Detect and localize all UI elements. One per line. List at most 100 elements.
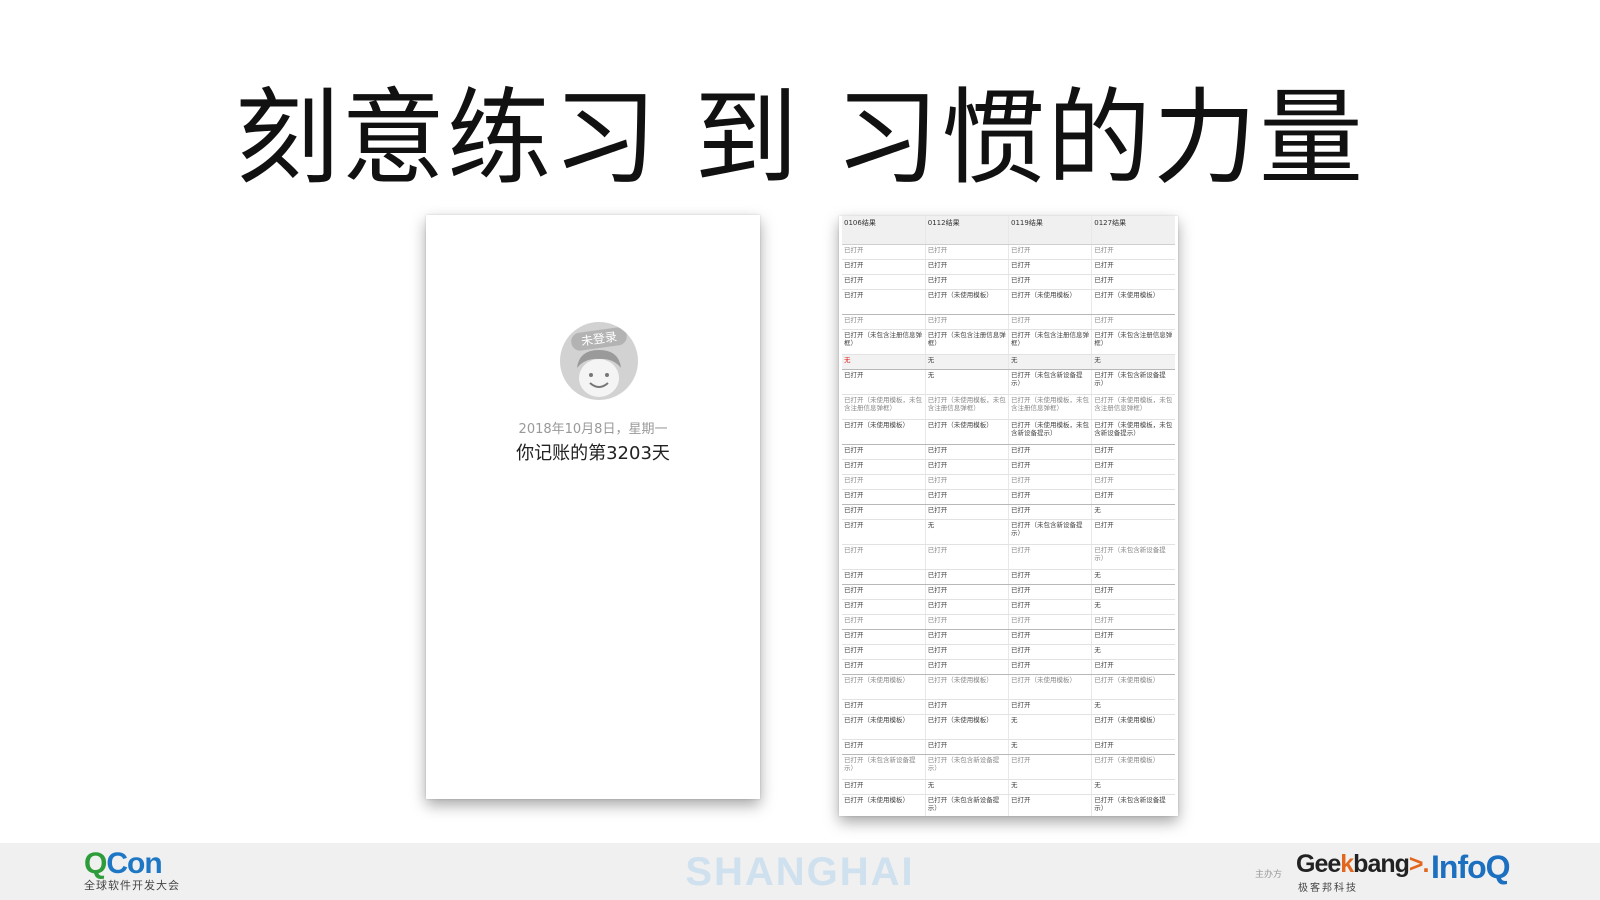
table-cell: 已打开 — [842, 489, 926, 505]
table-row: 已打开 已打开 已打开无 — [842, 699, 1175, 715]
table-cell: 已打开 — [925, 504, 1010, 520]
table-cell: 已打开 — [1091, 444, 1175, 460]
table-cell: 已打开 — [842, 444, 926, 460]
table-row: 已打开 已打开 已打开 已打开 — [842, 459, 1175, 475]
table-cell: 已打开 — [842, 259, 926, 275]
table-cell: 已打开 — [1008, 544, 1093, 570]
table-cell: 已打开 — [842, 659, 926, 675]
table-cell: 已打开（未使用模板） — [925, 674, 1010, 700]
table-cell: 已打开 — [1091, 629, 1175, 645]
table-row: 已打开 已打开 已打开无 — [842, 504, 1175, 520]
table-header-row: 0106结果 0112结果 0119结果 0127结果 — [842, 216, 1175, 245]
table-cell: 已打开 — [1091, 584, 1175, 600]
table-cell: 已打开 — [1091, 274, 1175, 290]
table-cell: 已打开（未使用模板） — [925, 419, 1010, 445]
table-row: 已打开 已打开 已打开 已打开 — [842, 274, 1175, 290]
geekbang-subtitle: 极客邦科技 — [1298, 883, 1358, 894]
table-cell: 已打开（未包含新设备提示） — [925, 794, 1010, 816]
table-cell: 已打开（未使用模板，未包含注册信息弹框） — [925, 394, 1010, 420]
geekbang-part-b: bang — [1353, 850, 1410, 878]
face-icon — [577, 350, 621, 397]
table-cell: 已打开 — [842, 504, 926, 520]
column-header: 0127结果 — [1091, 216, 1175, 245]
table-cell: 已打开（未使用模板） — [1008, 289, 1093, 315]
table-cell: 已打开（未使用模板） — [925, 289, 1010, 315]
geekbang-k: k — [1340, 850, 1354, 878]
table-cell: 已打开 — [842, 274, 926, 290]
table-cell: 已打开（未包含注册信息弹框） — [1008, 329, 1093, 355]
table-cell: 无 — [1008, 779, 1093, 795]
table-cell: 已打开 — [1008, 584, 1093, 600]
table-cell: 已打开（未使用模板，未包含注册信息弹框） — [1008, 394, 1093, 420]
table-row: 已打开（未使用模板） 已打开（未使用模板）无已打开（未使用模板） — [842, 714, 1175, 740]
table-cell: 已打开 — [1008, 644, 1093, 660]
table-row: 已打开 已打开 已打开无 — [842, 644, 1175, 660]
table-row: 已打开无已打开（未包含新设备提示） 已打开 — [842, 519, 1175, 545]
table-cell: 已打开 — [842, 599, 926, 615]
table-row: 已打开（未包含新设备提示） 已打开（未包含新设备提示） 已打开 已打开（未使用模板） — [842, 754, 1175, 780]
table-cell: 已打开 — [925, 274, 1010, 290]
table-row: 已打开 已打开 已打开无 — [842, 599, 1175, 615]
geekbang-arrow: >. — [1408, 850, 1430, 878]
table-row: 无无无无 — [842, 354, 1175, 370]
table-cell: 已打开 — [1091, 489, 1175, 505]
table-body: 已打开 已打开 已打开 已打开 已打开 已打开 已打开 已打开 已打开 已打开 已打开 已打开 已打开已… — [842, 244, 1175, 816]
table-cell: 已打开 — [925, 474, 1010, 490]
table-cell: 已打开 — [925, 659, 1010, 675]
table-cell: 无 — [1091, 699, 1175, 715]
table-cell: 已打开 — [925, 614, 1010, 630]
table-cell: 已打开（未包含新设备提示） — [1008, 519, 1093, 545]
table-cell: 已打开 — [1008, 459, 1093, 475]
table-cell: 已打开（未使用模板） — [842, 674, 926, 700]
table-cell: 已打开（未包含新设备提示） — [1091, 794, 1175, 816]
table-row: 已打开（未使用模板） 已打开（未使用模板） 已打开（未使用模板，未包含新设备提示）已… — [842, 419, 1175, 445]
table-row: 已打开 已打开 已打开 已打开 — [842, 629, 1175, 645]
table-cell: 已打开（未使用模板） — [1091, 289, 1175, 315]
table-cell: 已打开 — [925, 544, 1010, 570]
table-cell: 无 — [925, 369, 1010, 395]
table-row: 已打开 已打开 已打开 已打开 — [842, 314, 1175, 330]
table-cell: 已打开 — [925, 489, 1010, 505]
table-cell: 已打开（未使用模板） — [1091, 754, 1175, 780]
table-row: 已打开 已打开 已打开 已打开 — [842, 444, 1175, 460]
table-cell: 已打开（未包含新设备提示） — [1091, 544, 1175, 570]
table-cell: 已打开 — [1008, 274, 1093, 290]
column-header: 0119结果 — [1008, 216, 1093, 245]
table-cell: 已打开 — [925, 314, 1010, 330]
table-cell: 已打开 — [842, 779, 926, 795]
table-row: 已打开 已打开 已打开 已打开 — [842, 244, 1175, 260]
table-row: 已打开（未使用模板） 已打开（未使用模板） 已打开（未使用模板） 已打开（未使用模板） — [842, 674, 1175, 700]
table-row: 已打开 已打开 已打开 已打开 — [842, 259, 1175, 275]
table-cell: 已打开（未使用模板） — [842, 794, 926, 816]
geekbang-part-a: Gee — [1296, 850, 1341, 878]
table-cell: 无 — [1091, 354, 1175, 370]
table-cell: 已打开 — [1008, 489, 1093, 505]
avatar: 未登录 — [560, 322, 638, 400]
table-cell: 已打开（未使用模板，未包含新设备提示） — [1091, 419, 1175, 445]
table-cell: 已打开 — [1008, 659, 1093, 675]
table-cell: 已打开（未包含新设备提示） — [925, 754, 1010, 780]
table-cell: 已打开（未使用模板） — [925, 714, 1010, 740]
table-cell: 已打开（未包含新设备提示） — [1008, 369, 1093, 395]
table-row: 已打开 已打开 已打开 已打开（未包含新设备提示） — [842, 544, 1175, 570]
table-cell: 已打开 — [925, 459, 1010, 475]
table-cell: 已打开 — [925, 244, 1010, 260]
table-row: 已打开无已打开（未包含新设备提示） 已打开（未包含新设备提示） — [842, 369, 1175, 395]
table-cell: 已打开 — [1008, 244, 1093, 260]
table-cell: 无 — [1091, 504, 1175, 520]
table-row: 已打开（未使用模板） 已打开（未包含新设备提示） 已打开 已打开（未包含新设备提示） — [842, 794, 1175, 816]
table-cell: 无 — [925, 354, 1010, 370]
table-cell: 已打开 — [925, 584, 1010, 600]
table-cell: 已打开 — [842, 699, 926, 715]
table-cell: 已打开 — [842, 459, 926, 475]
phone-screenshot: 未登录 2018年10月8日，星期一 你记账的第3203天 — [426, 215, 760, 799]
table-cell: 已打开 — [842, 569, 926, 585]
table-row: 已打开 已打开 已打开 已打开 — [842, 474, 1175, 490]
table-cell: 已打开 — [925, 629, 1010, 645]
table-cell: 已打开 — [1008, 569, 1093, 585]
table-cell: 无 — [842, 354, 926, 370]
table-cell: 已打开（未使用模板，未包含注册信息弹框） — [1091, 394, 1175, 420]
table-cell: 已打开 — [842, 644, 926, 660]
table-row: 已打开 已打开（未使用模板） 已打开（未使用模板） 已打开（未使用模板） — [842, 289, 1175, 315]
table-cell: 已打开 — [1008, 504, 1093, 520]
